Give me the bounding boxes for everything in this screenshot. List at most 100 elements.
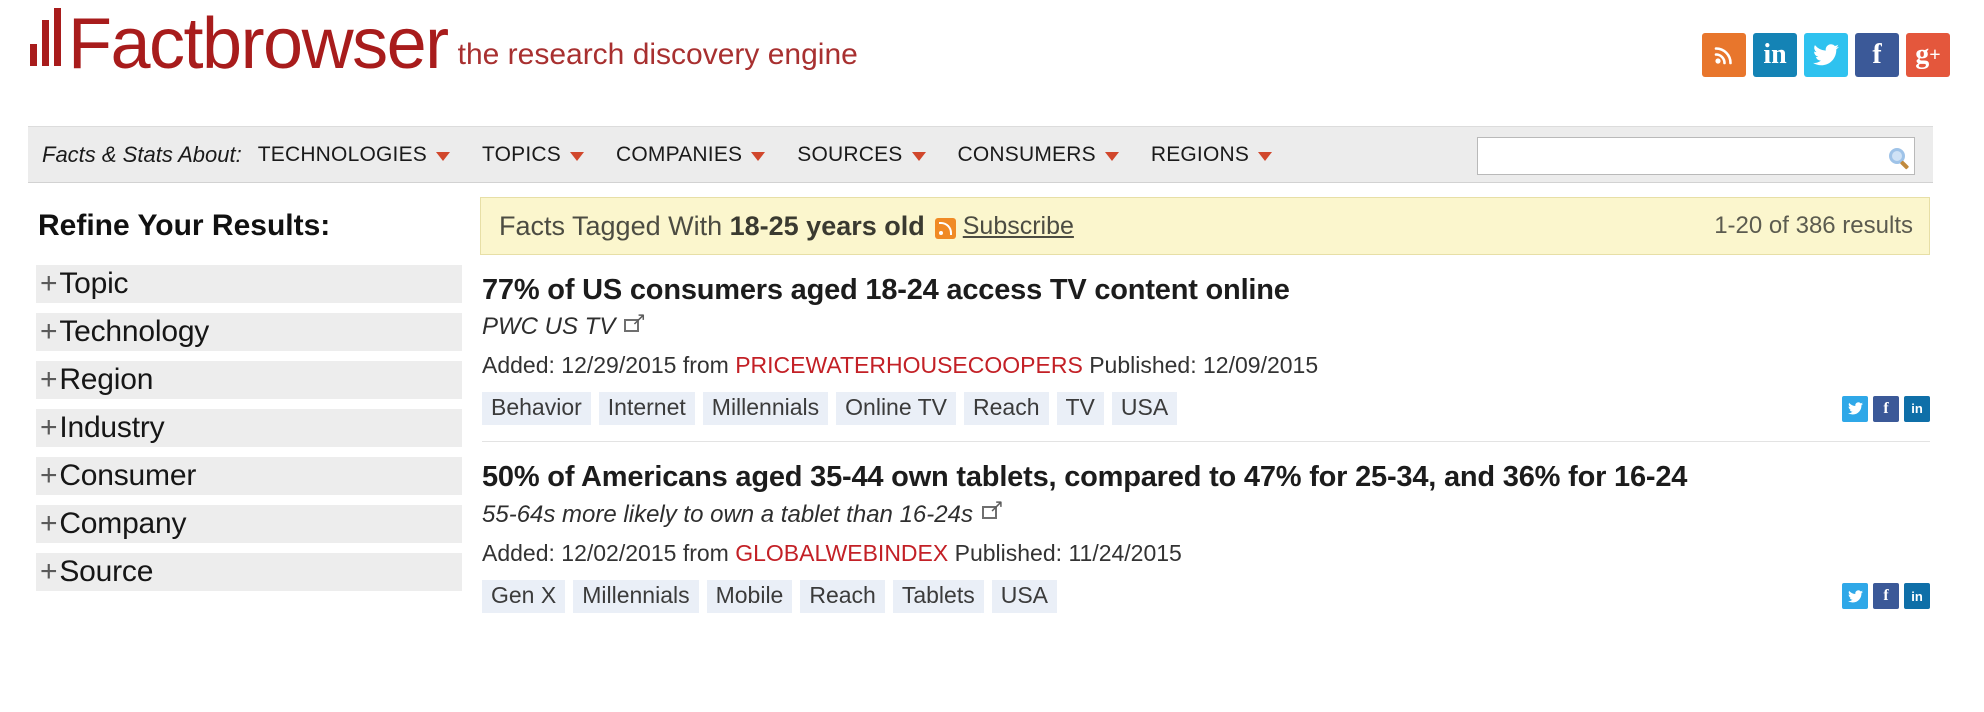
tag-chip[interactable]: Online TV <box>836 392 957 426</box>
twitter-icon[interactable] <box>1842 583 1868 610</box>
facet-label: Technology <box>59 315 210 348</box>
main-nav: Facts & Stats About: TECHNOLOGIES TOPICS… <box>28 126 1933 183</box>
plus-icon: + <box>40 363 58 396</box>
sidebar-facet-source[interactable]: + Source <box>36 553 462 591</box>
site-header: Factbrowser the research discovery engin… <box>0 0 1984 126</box>
sidebar-facet-topic[interactable]: + Topic <box>36 265 462 303</box>
sidebar-facet-technology[interactable]: + Technology <box>36 313 462 351</box>
nav-item-topics[interactable]: TOPICS <box>482 143 584 167</box>
published-label: Published: <box>954 539 1063 566</box>
tag-chip[interactable]: Reach <box>800 579 885 613</box>
published-date: 12/09/2015 <box>1203 352 1319 379</box>
facet-label: Topic <box>59 267 129 300</box>
chevron-down-icon <box>1258 152 1273 161</box>
nav-item-companies[interactable]: COMPANIES <box>615 142 766 167</box>
published-date: 11/24/2015 <box>1068 539 1182 566</box>
search-input[interactable] <box>1478 138 1880 174</box>
tag-chip[interactable]: Tablets <box>892 579 984 613</box>
chevron-down-icon <box>1104 152 1119 161</box>
result-source[interactable]: PRICEWATERHOUSECOOPERS <box>735 352 1083 378</box>
result-subtitle-link[interactable]: PWC US TV <box>482 310 1930 341</box>
result-subtitle-link[interactable]: 55-64s more likely to own a tablet than … <box>482 497 1930 529</box>
plus-icon: + <box>40 411 58 444</box>
external-link-icon <box>624 310 646 332</box>
nav-label: Facts & Stats About: <box>42 141 242 167</box>
result-title[interactable]: 50% of Americans aged 35-44 own tablets,… <box>482 460 1930 495</box>
banner-tag: 18-25 years old <box>729 210 925 241</box>
added-date: 12/29/2015 <box>561 352 677 379</box>
nav-item-technologies[interactable]: TECHNOLOGIES <box>258 143 450 167</box>
tag-chip[interactable]: Gen X <box>482 579 566 613</box>
twitter-icon[interactable] <box>1842 395 1868 422</box>
tag-chip[interactable]: USA <box>1111 392 1178 426</box>
tag-chip[interactable]: Reach <box>964 392 1049 426</box>
sidebar-facet-region[interactable]: + Region <box>36 361 462 399</box>
sidebar-facet-consumer[interactable]: + Consumer <box>36 457 462 495</box>
googleplus-icon[interactable]: g + <box>1906 33 1950 77</box>
chevron-down-icon <box>751 152 766 161</box>
chevron-down-icon <box>569 152 584 161</box>
sidebar-facet-industry[interactable]: + Industry <box>36 409 462 447</box>
share-row: f in <box>1842 583 1930 610</box>
result-title[interactable]: 77% of US consumers aged 18-24 access TV… <box>482 273 1930 308</box>
from-label: from <box>682 352 729 379</box>
tags-row: Gen X Millennials Mobile Reach Tablets U… <box>482 579 1930 613</box>
nav-item-label: SOURCES <box>797 142 903 166</box>
page-content: Refine Your Results: + Topic + Technolog… <box>0 183 1984 613</box>
facebook-icon[interactable]: f <box>1873 395 1899 422</box>
nav-item-label: REGIONS <box>1150 142 1250 166</box>
added-date: 12/02/2015 <box>561 539 677 566</box>
share-row: f in <box>1842 395 1930 422</box>
social-links: in f g + <box>1702 33 1950 77</box>
result-source[interactable]: GLOBALWEBINDEX <box>735 540 948 566</box>
rss-icon[interactable] <box>934 217 956 239</box>
nav-item-sources[interactable]: SOURCES <box>797 142 926 167</box>
tag-chip[interactable]: Millennials <box>702 392 829 426</box>
tag-banner: Facts Tagged With 18-25 years old Subscr… <box>480 197 1930 255</box>
search-box[interactable] <box>1477 137 1915 175</box>
result-item: 50% of Americans aged 35-44 own tablets,… <box>480 442 1930 613</box>
subscribe-link[interactable]: Subscribe <box>963 212 1074 241</box>
chevron-down-icon <box>435 152 450 161</box>
linkedin-icon[interactable]: in <box>1753 33 1797 77</box>
published-label: Published: <box>1089 352 1197 379</box>
plus-icon: + <box>40 267 58 300</box>
facet-label: Industry <box>59 411 165 444</box>
facet-label: Region <box>59 363 154 396</box>
logo-wordmark: Factbrowser <box>68 4 449 84</box>
result-item: 77% of US consumers aged 18-24 access TV… <box>480 255 1930 443</box>
result-meta: Added: 12/02/2015 from GLOBALWEBINDEX Pu… <box>482 540 1930 567</box>
tag-chip[interactable]: Millennials <box>573 579 699 613</box>
facebook-icon[interactable]: f <box>1873 583 1899 610</box>
nav-item-label: TECHNOLOGIES <box>257 142 427 166</box>
tag-chip[interactable]: Behavior <box>482 392 591 426</box>
nav-item-regions[interactable]: REGIONS <box>1150 142 1273 167</box>
plus-icon: + <box>40 315 58 348</box>
added-label: Added: <box>482 539 555 566</box>
linkedin-icon[interactable]: in <box>1904 395 1930 422</box>
facet-label: Company <box>59 507 187 540</box>
facebook-icon[interactable]: f <box>1855 33 1899 77</box>
added-label: Added: <box>482 352 555 379</box>
twitter-icon[interactable] <box>1804 33 1848 77</box>
tag-chip[interactable]: USA <box>991 579 1058 613</box>
tag-chip[interactable]: Internet <box>598 392 695 426</box>
linkedin-icon[interactable]: in <box>1904 583 1930 610</box>
facet-label: Source <box>59 555 154 588</box>
result-subtitle: 55-64s more likely to own a tablet than … <box>482 500 973 528</box>
bars-icon <box>30 2 66 66</box>
rss-icon[interactable] <box>1702 33 1746 77</box>
tag-chip[interactable]: Mobile <box>706 579 793 613</box>
search-icon[interactable] <box>1880 138 1914 174</box>
tag-chip[interactable]: TV <box>1056 392 1104 426</box>
nav-item-consumers[interactable]: CONSUMERS <box>958 143 1119 167</box>
site-logo[interactable]: Factbrowser the research discovery engin… <box>30 4 858 80</box>
facet-label: Consumer <box>59 459 197 492</box>
sidebar-facet-company[interactable]: + Company <box>36 505 462 543</box>
banner-prefix: Facts Tagged With <box>499 210 723 241</box>
banner-title: Facts Tagged With 18-25 years old <box>499 211 925 242</box>
external-link-icon <box>981 497 1004 520</box>
nav-item-label: TOPICS <box>481 142 561 166</box>
plus-icon: + <box>40 507 58 540</box>
nav-item-label: COMPANIES <box>615 142 743 166</box>
